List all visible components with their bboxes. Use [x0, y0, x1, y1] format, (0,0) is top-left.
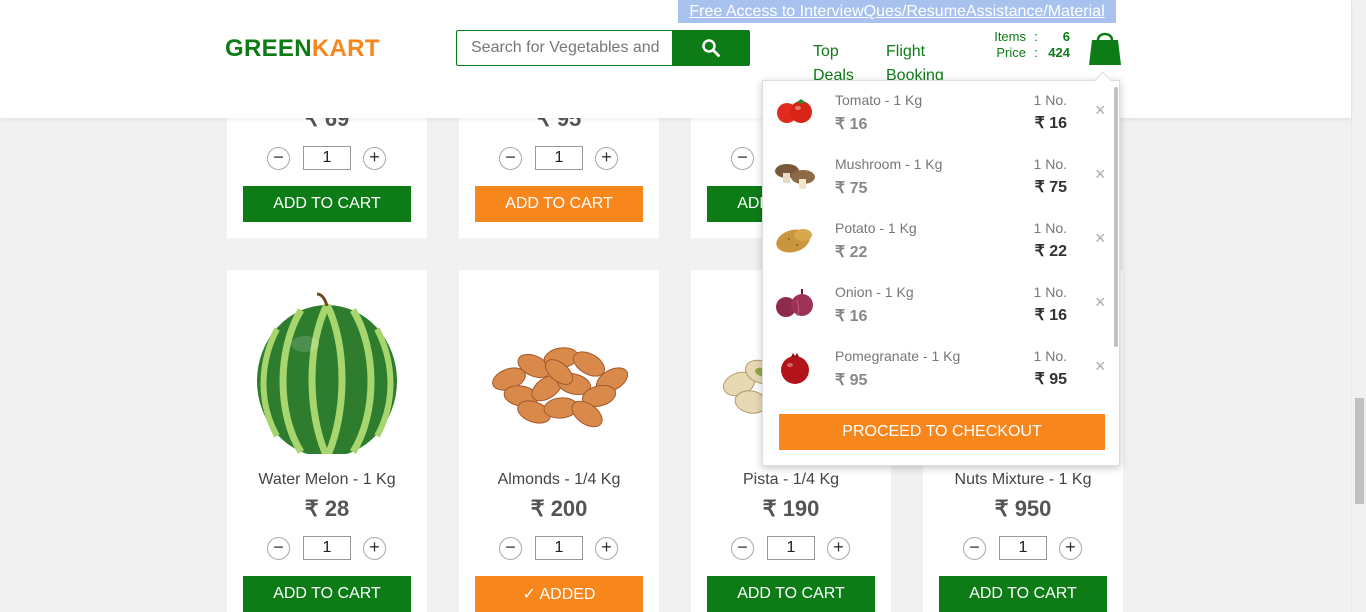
cart-item-amount: ₹ 22 [1034, 243, 1067, 260]
cart-item-amount: ₹ 16 [1034, 115, 1067, 132]
remove-item-button[interactable]: × [1095, 293, 1106, 311]
cart-item-price: ₹ 16 [835, 116, 868, 133]
increment-button[interactable]: + [363, 537, 386, 560]
items-label: Items [994, 29, 1026, 44]
quantity-input[interactable] [303, 536, 351, 560]
product-price: ₹ 190 [762, 496, 820, 521]
product-card: Water Melon - 1 Kg ₹ 28 − + ADD TO CART [227, 270, 427, 612]
potato-image [776, 229, 812, 253]
cart-item-price: ₹ 95 [835, 372, 868, 389]
cart-item: Pomegranate - 1 Kg ₹ 95 1 No. ₹ 95 × [763, 337, 1113, 401]
cart-item-quantity: 1 No. [1033, 348, 1067, 364]
decrement-button[interactable]: − [963, 537, 986, 560]
product-price: ₹ 950 [994, 496, 1052, 521]
quantity-stepper: − + [499, 146, 619, 170]
almonds-image [492, 347, 629, 428]
logo-kart: KART [311, 35, 380, 62]
search-input[interactable] [456, 30, 673, 66]
header: Free Access to InterviewQues/ResumeAssis… [0, 0, 1351, 118]
cart-preview: Tomato - 1 Kg ₹ 16 1 No. ₹ 16 × Mushroom… [762, 71, 1120, 466]
logo: GREENKART [225, 35, 380, 63]
remove-item-button[interactable]: × [1095, 165, 1106, 183]
cart-item: Mushroom - 1 Kg ₹ 75 1 No. ₹ 75 × [763, 145, 1113, 209]
add-to-cart-button[interactable]: ADD TO CART [243, 576, 411, 612]
add-to-cart-button[interactable]: ADD TO CART [939, 576, 1107, 612]
quantity-stepper: − + [963, 536, 1083, 560]
cart-item-amount: ₹ 95 [1034, 371, 1067, 388]
cart-item-amount: ₹ 75 [1034, 179, 1067, 196]
product-price: ₹ 200 [530, 496, 588, 521]
cart-item: Tomato - 1 Kg ₹ 16 1 No. ₹ 16 × [763, 81, 1113, 145]
quantity-stepper: − + [267, 146, 387, 170]
search-button[interactable] [672, 30, 750, 66]
product-name: Nuts Mixture - 1 Kg [954, 471, 1092, 488]
mushroom-image [775, 164, 815, 189]
cart-bag-icon[interactable] [1088, 28, 1122, 66]
quantity-input[interactable] [767, 536, 815, 560]
remove-item-button[interactable]: × [1095, 101, 1106, 119]
cart-item-name: Tomato - 1 Kg [835, 92, 923, 108]
increment-button[interactable]: + [827, 537, 850, 560]
cart-item-price: ₹ 16 [835, 308, 868, 325]
items-count: 6 [1062, 29, 1070, 44]
tomato-image [777, 99, 812, 123]
quantity-input[interactable] [303, 146, 351, 170]
cart-item-name: Potato - 1 Kg [835, 220, 917, 236]
cart-item: Potato - 1 Kg ₹ 22 1 No. ₹ 22 × [763, 209, 1113, 273]
product-card: Almonds - 1/4 Kg ₹ 200 − + ✓ ADDED [459, 270, 659, 612]
add-to-cart-button[interactable]: ADD TO CART [475, 186, 643, 222]
increment-button[interactable]: + [595, 537, 618, 560]
separator: : [1034, 29, 1038, 44]
quantity-stepper: − + [267, 536, 387, 560]
cart-info: Items: 6 Price:424 [975, 29, 1070, 61]
price-label: Price [996, 45, 1026, 60]
decrement-button[interactable]: − [267, 147, 290, 170]
scrollbar-thumb[interactable] [1355, 398, 1364, 504]
decrement-button[interactable]: − [267, 537, 290, 560]
separator: : [1034, 45, 1038, 60]
cart-item-name: Pomegranate - 1 Kg [835, 348, 961, 364]
cart-item-name: Onion - 1 Kg [835, 284, 914, 300]
remove-item-button[interactable]: × [1095, 357, 1106, 375]
cart-item-quantity: 1 No. [1033, 92, 1067, 108]
decrement-button[interactable]: − [499, 537, 522, 560]
decrement-button[interactable]: − [731, 147, 754, 170]
cart-item-amount: ₹ 16 [1034, 307, 1067, 324]
search-icon [702, 39, 720, 57]
quantity-input[interactable] [999, 536, 1047, 560]
onion-image [776, 289, 813, 317]
decrement-button[interactable]: − [731, 537, 754, 560]
product-name: Pista - 1/4 Kg [742, 471, 840, 488]
increment-button[interactable]: + [595, 147, 618, 170]
cart-item-name: Mushroom - 1 Kg [835, 156, 943, 172]
add-to-cart-button[interactable]: ADD TO CART [243, 186, 411, 222]
quantity-input[interactable] [535, 146, 583, 170]
cart-item-quantity: 1 No. [1033, 220, 1067, 236]
proceed-to-checkout-button[interactable]: PROCEED TO CHECKOUT [779, 414, 1105, 450]
cart-item: Onion - 1 Kg ₹ 16 1 No. ₹ 16 × [763, 273, 1113, 337]
product-name: Almonds - 1/4 Kg [497, 471, 621, 488]
cart-item-quantity: 1 No. [1033, 284, 1067, 300]
cart-item-price: ₹ 22 [835, 244, 868, 261]
increment-button[interactable]: + [1059, 537, 1082, 560]
promo-link[interactable]: Free Access to InterviewQues/ResumeAssis… [678, 0, 1116, 23]
quantity-stepper: − + [499, 536, 619, 560]
remove-item-button[interactable]: × [1095, 229, 1106, 247]
increment-button[interactable]: + [363, 147, 386, 170]
cart-item-quantity: 1 No. [1033, 156, 1067, 172]
product-price: ₹ 28 [304, 496, 350, 521]
logo-green: GREEN [225, 35, 312, 62]
cart-item-price: ₹ 75 [835, 180, 868, 197]
quantity-input[interactable] [535, 536, 583, 560]
decrement-button[interactable]: − [499, 147, 522, 170]
product-name: Water Melon - 1 Kg [258, 471, 396, 488]
added-button[interactable]: ✓ ADDED [475, 576, 643, 612]
page-scrollbar[interactable] [1351, 0, 1366, 612]
cart-preview-scrollbar[interactable] [1114, 87, 1118, 347]
price-total: 424 [1048, 45, 1070, 60]
quantity-stepper: − + [731, 536, 851, 560]
add-to-cart-button[interactable]: ADD TO CART [707, 576, 875, 612]
watermelon-image [257, 292, 397, 454]
pomegranate-image [781, 353, 809, 384]
